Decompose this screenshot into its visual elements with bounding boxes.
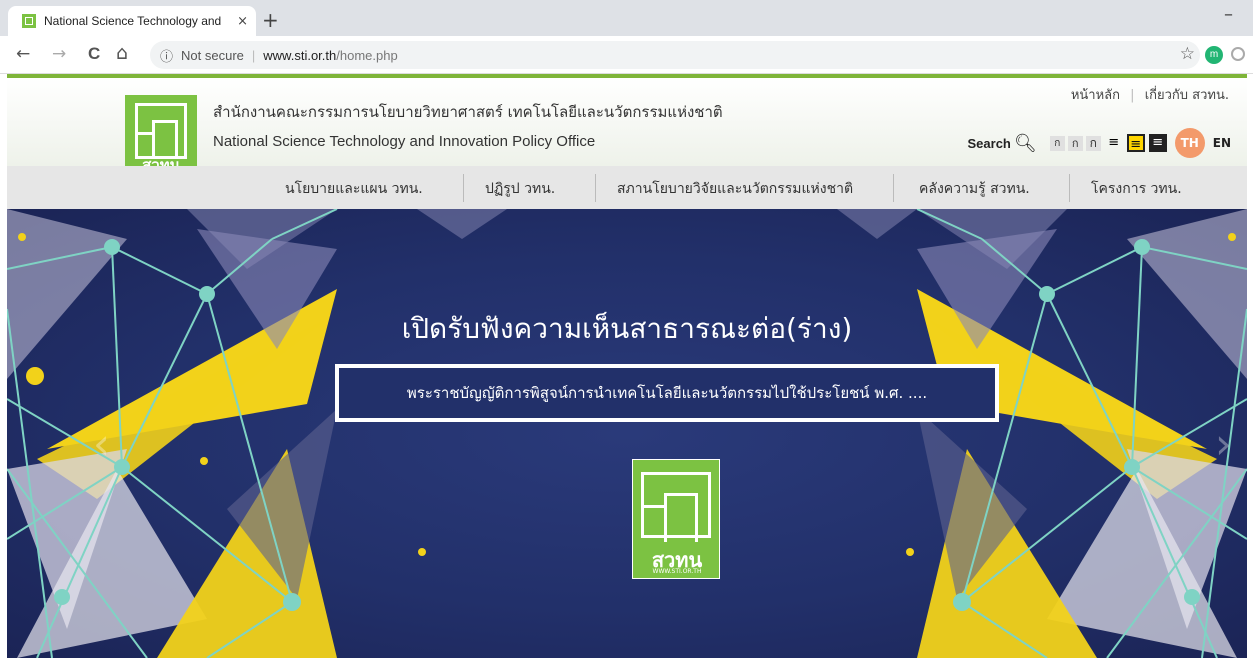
top-link-divider: | bbox=[1130, 88, 1135, 103]
reload-icon[interactable]: C bbox=[88, 44, 100, 64]
language-en-button[interactable]: EN bbox=[1213, 136, 1231, 150]
network-decoration bbox=[7, 209, 1247, 658]
hero-banner[interactable]: เปิดรับฟังความเห็นสาธารณะต่อ(ร่าง) พระรา… bbox=[7, 209, 1247, 658]
bookmark-star-icon[interactable]: ☆ bbox=[1180, 44, 1195, 64]
nav-item-policy-plan[interactable]: นโยบายและแผน วทน. bbox=[285, 178, 423, 200]
browser-tab-bar: National Science Technology and × + – bbox=[0, 0, 1253, 36]
minimize-button[interactable]: – bbox=[1224, 4, 1233, 25]
banner-subtitle: พระราชบัญญัติการพิสูจน์การนำเทคโนโลยีและ… bbox=[406, 384, 928, 402]
nav-item-council[interactable]: สภานโยบายวิจัยและนวัตกรรมแห่งชาติ bbox=[617, 178, 853, 200]
nav-item-reform[interactable]: ปฏิรูป วทน. bbox=[485, 178, 555, 200]
search-label[interactable]: Search bbox=[968, 136, 1011, 151]
nav-divider bbox=[1069, 174, 1070, 202]
font-size-large-button[interactable]: ก bbox=[1085, 135, 1101, 151]
language-th-button[interactable]: TH bbox=[1174, 128, 1205, 158]
browser-tab[interactable]: National Science Technology and × bbox=[8, 6, 256, 36]
back-icon[interactable]: ← bbox=[16, 44, 30, 64]
search-icon[interactable]: 🔍︎ bbox=[1014, 133, 1037, 154]
site-favicon-icon bbox=[22, 14, 36, 28]
banner-logo-url: WWW.STI.OR.TH bbox=[652, 568, 702, 575]
banner-logo-mark-icon bbox=[641, 472, 711, 542]
font-size-small-button[interactable]: ก bbox=[1049, 135, 1065, 151]
nav-item-projects[interactable]: โครงการ วทน. bbox=[1091, 178, 1182, 200]
banner-subtitle-box[interactable]: พระราชบัญญัติการพิสูจน์การนำเทคโนโลยีและ… bbox=[335, 364, 999, 422]
contrast-dark-icon[interactable]: ≡ bbox=[1148, 134, 1167, 152]
info-icon[interactable]: ⓘ bbox=[160, 46, 173, 65]
org-name-thai: สำนักงานคณะกรรมการนโยบายวิทยาศาสตร์ เทคโ… bbox=[213, 103, 723, 121]
tab-title: National Science Technology and bbox=[44, 14, 222, 28]
about-link[interactable]: เกี่ยวกับ สวทน. bbox=[1145, 88, 1229, 103]
site-header: สวทน WWW.STI.OR.TH สำนักงานคณะกรรมการนโย… bbox=[7, 78, 1247, 183]
banner-logo: สวทน WWW.STI.OR.TH bbox=[632, 459, 720, 579]
url-separator: | bbox=[251, 47, 256, 63]
url-input[interactable]: ⓘ Not secure | www.sti.or.th /home.php bbox=[150, 41, 1200, 69]
list-view-icon[interactable]: ≡ bbox=[1105, 134, 1123, 152]
forward-icon[interactable]: → bbox=[52, 44, 66, 64]
carousel-next-icon[interactable]: › bbox=[1215, 419, 1232, 468]
tab-close-icon[interactable]: × bbox=[237, 14, 248, 29]
address-bar-row: ← → C ⌂ ⓘ Not secure | www.sti.or.th /ho… bbox=[0, 36, 1253, 74]
font-size-medium-button[interactable]: ก bbox=[1067, 135, 1083, 151]
url-host: www.sti.or.th bbox=[263, 47, 337, 63]
home-link[interactable]: หน้าหลัก bbox=[1071, 88, 1120, 103]
new-tab-button[interactable]: + bbox=[262, 8, 279, 32]
carousel-prev-icon[interactable]: ‹ bbox=[93, 419, 110, 468]
nav-divider bbox=[595, 174, 596, 202]
url-path: /home.php bbox=[336, 47, 398, 63]
home-icon[interactable]: ⌂ bbox=[116, 42, 128, 64]
main-nav: นโยบายและแผน วทน. ปฏิรูป วทน. สภานโยบายว… bbox=[7, 166, 1247, 209]
nav-divider bbox=[893, 174, 894, 202]
logo-mark-icon bbox=[135, 103, 187, 159]
banner-title: เปิดรับฟังความเห็นสาธารณะต่อ(ร่าง) bbox=[401, 312, 853, 345]
org-name-english: National Science Technology and Innovati… bbox=[213, 133, 596, 150]
contrast-yellow-icon[interactable]: ≡ bbox=[1126, 134, 1145, 152]
header-tools: Search 🔍︎ ก ก ก ≡ ≡ ≡ TH EN bbox=[968, 128, 1231, 158]
extension-icon[interactable]: m bbox=[1205, 46, 1223, 64]
not-secure-label: Not secure bbox=[181, 47, 244, 63]
nav-item-knowledge[interactable]: คลังความรู้ สวทน. bbox=[919, 178, 1030, 200]
top-links: หน้าหลัก | เกี่ยวกับ สวทน. bbox=[1065, 84, 1229, 105]
extension-circle-icon[interactable] bbox=[1231, 47, 1245, 61]
nav-divider bbox=[463, 174, 464, 202]
